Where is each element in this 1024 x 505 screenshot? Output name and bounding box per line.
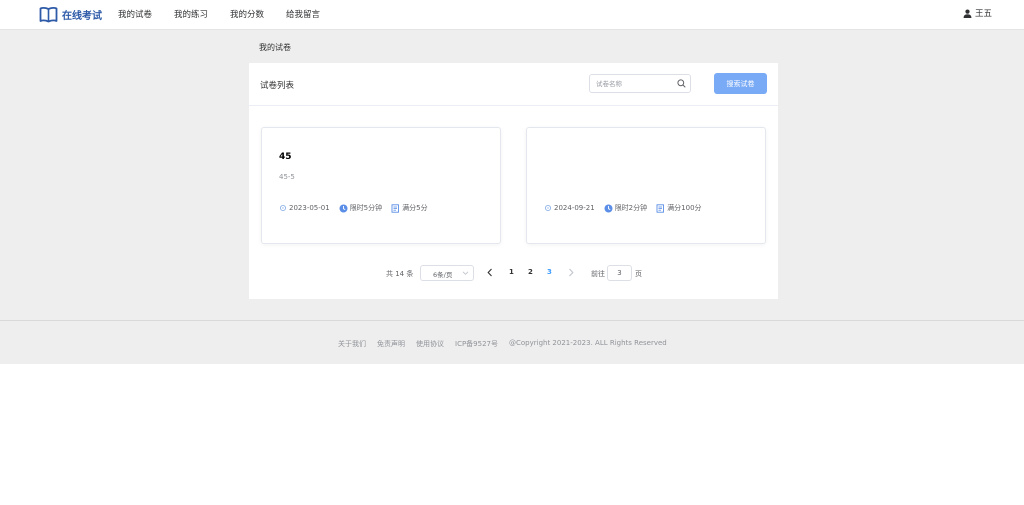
paper-date: 2024-09-21 [544,204,595,212]
paper-time-limit: 限时5分钟 [339,203,382,213]
paper-meta: 2023-05-01 限时5分钟 满分5分 [279,203,437,213]
chevron-right-icon[interactable] [567,268,575,277]
chevron-left-icon[interactable] [486,268,494,277]
footer: 关于我们 免责声明 使用协议 ICP备9527号 @Copyright 2021… [0,320,1024,364]
panel-title: 试卷列表 [260,81,295,91]
paper-time-limit: 限时2分钟 [604,203,647,213]
calendar-icon [544,204,552,212]
paper-description: 45-5 [279,173,295,181]
search-icon[interactable] [677,79,686,88]
user-name: 王五 [974,9,992,19]
top-nav-bar: 在线考试 我的试卷 我的练习 我的分数 给我留言 王五 [0,0,1024,30]
logo-text: 在线考试 [62,10,102,22]
paper-full-score: 满分100分 [656,203,702,213]
footer-link-about[interactable]: 关于我们 [338,339,366,349]
nav-my-scores[interactable]: 我的分数 [230,8,264,20]
pagination-total: 共 14 条 [386,270,414,278]
paper-meta: 2024-09-21 限时2分钟 满分100分 [544,203,711,213]
nav-my-papers[interactable]: 我的试卷 [118,8,152,20]
goto-label: 前往 [591,270,605,278]
page-size-value: 6条/页 [433,271,453,279]
user-icon [963,9,972,18]
paper-list-panel: 试卷列表 搜索试卷 45 45-5 2023-05-01 [249,63,778,299]
search-paper-button[interactable]: 搜索试卷 [714,73,767,94]
score-icon [391,203,400,213]
clock-icon [339,204,348,212]
panel-header: 试卷列表 搜索试卷 [249,63,778,106]
footer-copyright: @Copyright 2021-2023. ALL Rights Reserve… [509,339,667,347]
paper-time-limit-text: 限时2分钟 [614,204,648,212]
paper-date-text: 2024-09-21 [554,204,595,212]
paper-full-score-text: 满分5分 [402,204,428,212]
nav-my-practice[interactable]: 我的练习 [174,8,208,20]
pagination: 共 14 条 6条/页 1 2 3 前往 页 [249,265,778,281]
nav-leave-message[interactable]: 给我留言 [286,8,320,20]
book-logo-icon [39,6,58,22]
paper-full-score: 满分5分 [391,203,428,213]
score-icon [656,203,665,213]
paper-card[interactable]: 45 45-5 2023-05-01 限时5分钟 满分5分 [261,127,501,244]
clock-icon [604,204,613,212]
search-input[interactable] [590,75,676,92]
page-number-current[interactable]: 3 [547,268,552,276]
footer-links: 关于我们 免责声明 使用协议 ICP备9527号 @Copyright 2021… [338,339,678,349]
calendar-icon [279,204,287,212]
paper-title: 45 [279,152,292,162]
paper-time-limit-text: 限时5分钟 [349,204,383,212]
logo[interactable]: 在线考试 [39,4,102,24]
page-size-select[interactable]: 6条/页 [420,265,474,281]
paper-card[interactable]: 2024-09-21 限时2分钟 满分100分 [526,127,766,244]
paper-date-text: 2023-05-01 [289,204,330,212]
breadcrumb: 我的试卷 [259,43,291,52]
page-number[interactable]: 1 [509,268,514,276]
page-suffix: 页 [635,270,642,278]
chevron-down-icon [462,271,469,275]
goto-page-input[interactable] [607,265,632,281]
footer-icp[interactable]: ICP备9527号 [455,339,498,349]
footer-link-disclaimer[interactable]: 免责声明 [377,339,405,349]
user-menu[interactable]: 王五 [963,7,992,19]
search-box [589,74,691,93]
page-number[interactable]: 2 [528,268,533,276]
paper-full-score-text: 满分100分 [667,204,702,212]
paper-date: 2023-05-01 [279,204,330,212]
footer-link-terms[interactable]: 使用协议 [416,339,444,349]
